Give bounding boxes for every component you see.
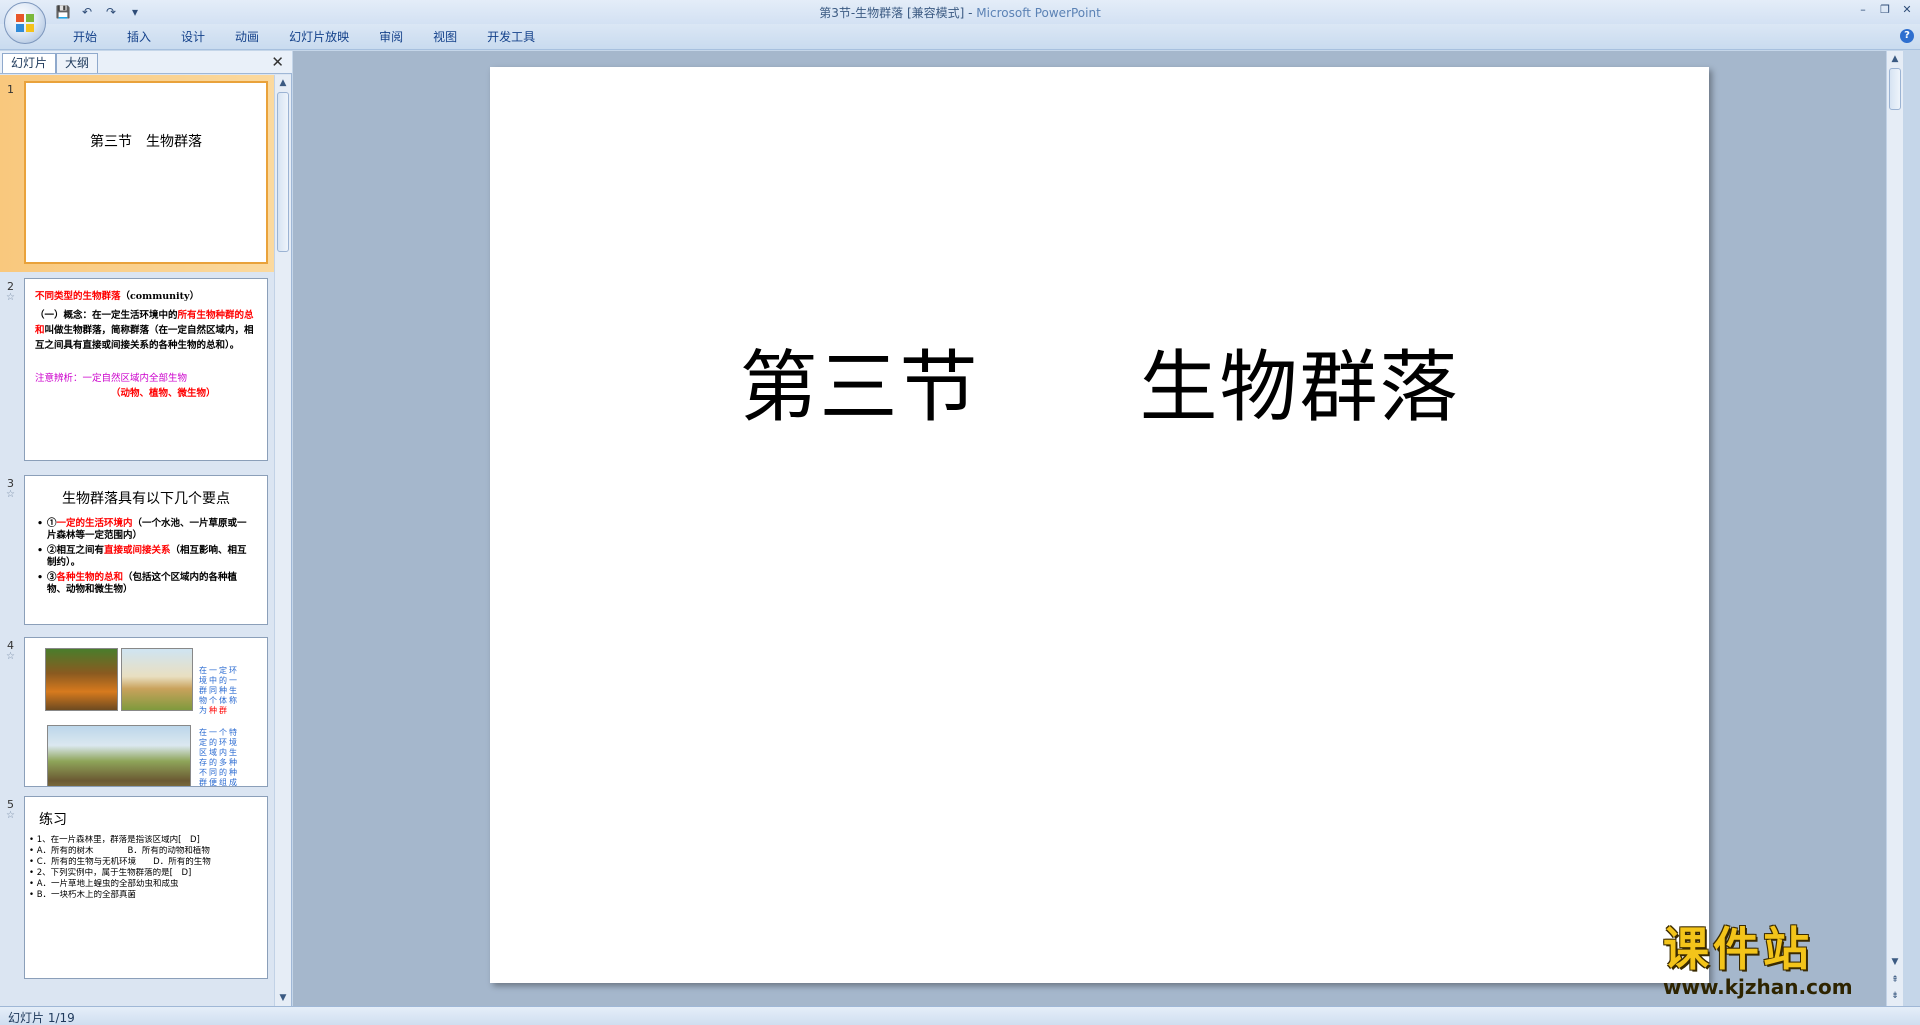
title-bar: 💾 ↶ ↷ ▾ 第3节-生物群落 [兼容模式] - Microsoft Powe… bbox=[0, 0, 1920, 24]
tab-design[interactable]: 设计 bbox=[166, 29, 220, 45]
help-icon[interactable]: ? bbox=[1900, 29, 1914, 43]
note-red-text: 种群 bbox=[209, 706, 229, 715]
tab-insert[interactable]: 插入 bbox=[112, 29, 166, 45]
thumbnail-canvas: 生物群落具有以下几个要点 ①一定的生活环境内（一个水池、一片草原或一片森林等一定… bbox=[24, 475, 268, 625]
animation-star-icon: ☆ bbox=[6, 810, 15, 821]
slide-thumbnail-2[interactable]: 2 ☆ 不同类型的生物群落（community） （一）概念：在一定生活环境中的… bbox=[0, 272, 275, 469]
tab-outline-pane[interactable]: 大纲 bbox=[56, 53, 99, 73]
close-button[interactable]: ✕ bbox=[1898, 2, 1916, 18]
watermark-url: www.kjzhan.com bbox=[1663, 975, 1853, 999]
population-note: 在一定环境中的一群同种生物个体称为种群 bbox=[199, 666, 247, 716]
tab-slides-pane[interactable]: 幻灯片 bbox=[2, 53, 57, 73]
thumbnail-canvas: 第三节 生物群落 bbox=[24, 81, 268, 264]
savanna-photo bbox=[47, 725, 191, 786]
heading-text: （community） bbox=[120, 291, 200, 302]
app-name: Microsoft PowerPoint bbox=[976, 6, 1101, 20]
bullet-text: ②相互之间有 bbox=[47, 545, 105, 556]
thumbnail-scrollbar[interactable]: ▲ ▼ bbox=[274, 75, 291, 1006]
thumbnail-canvas: 练习 • 1、在一片森林里，群落是指该区域内[ D] • A．所有的树木 B．所… bbox=[24, 796, 268, 979]
thumbnail-title: 生物群落具有以下几个要点 bbox=[62, 491, 230, 507]
slide-title[interactable]: 第三节 生物群落 bbox=[490, 325, 1709, 437]
tab-home[interactable]: 开始 bbox=[58, 29, 112, 45]
window-controls: – ❐ ✕ bbox=[1854, 2, 1916, 18]
bullet-red-text: 各种生物的总和 bbox=[56, 572, 124, 583]
scroll-thumb[interactable] bbox=[277, 92, 289, 252]
list-item: • 1、在一片森林里，群落是指该区域内[ D] bbox=[29, 835, 200, 845]
watermark-logo-text: 课件站 bbox=[1663, 922, 1813, 976]
thumbnail-canvas: 不同类型的生物群落（community） （一）概念：在一定生活环境中的所有生物… bbox=[24, 278, 268, 461]
thumbnail-canvas: 在一定环境中的一群同种生物个体称为种群 在一个特定的环境区域内生存的多种不同的种… bbox=[24, 637, 268, 787]
question-list: • 1、在一片森林里，群落是指该区域内[ D] • A．所有的树木 B．所有的动… bbox=[29, 835, 263, 901]
office-logo-icon bbox=[16, 14, 34, 32]
pane-tab-strip: 幻灯片 大纲 ✕ bbox=[0, 51, 292, 74]
site-watermark: 课件站 www.kjzhan.com bbox=[1663, 923, 1895, 1005]
scroll-thumb[interactable] bbox=[1889, 68, 1901, 110]
slide-thumbnail-list: 1 第三节 生物群落 2 ☆ 不同类型的生物群落（community） （一）概… bbox=[0, 75, 275, 1006]
bullet-red-text: 直接或间接关系 bbox=[104, 545, 171, 556]
scroll-up-icon[interactable]: ▲ bbox=[1887, 51, 1903, 67]
community-note: 在一个特定的环境区域内生存的多种不同的种群便组成为群落。 bbox=[199, 728, 239, 787]
paragraph-text-cont: 叫做生物群落，简称群落（在一定自然区域内，相互之间具有直接或间接关系的各种生物的… bbox=[35, 325, 254, 351]
list-item: • 2、下列实例中，属于生物群落的是[ D] bbox=[29, 868, 192, 878]
animation-star-icon: ☆ bbox=[6, 489, 15, 500]
office-button[interactable] bbox=[4, 2, 46, 44]
main-scrollbar[interactable]: ▲ ▼ ⇞ ⇟ bbox=[1886, 51, 1903, 1006]
thumbnail-heading: 不同类型的生物群落（community） bbox=[35, 289, 257, 304]
slide-editing-area: 第三节 生物群落 ▲ ▼ ⇞ ⇟ bbox=[293, 51, 1903, 1006]
giraffe-photo bbox=[121, 648, 193, 711]
animation-star-icon: ☆ bbox=[6, 292, 15, 303]
slide-thumbnail-1[interactable]: 1 第三节 生物群落 bbox=[0, 75, 275, 272]
monkey-photo bbox=[45, 648, 118, 711]
bullet-red-text: 一定的生活环境内 bbox=[56, 518, 133, 529]
document-title: 第3节-生物群落 [兼容模式] - bbox=[819, 6, 977, 20]
list-item: • A．一片草地上蝗虫的全部幼虫和成虫 bbox=[29, 879, 179, 889]
status-bar: 幻灯片 1/19 bbox=[0, 1006, 1920, 1025]
list-item: • B．一块朽木上的全部真菌 bbox=[29, 890, 137, 900]
restore-button[interactable]: ❐ bbox=[1876, 2, 1894, 18]
list-item: ③各种生物的总和（包括这个区域内的各种植物、动物和微生物） bbox=[37, 572, 255, 596]
bullet-list: ①一定的生活环境内（一个水池、一片草原或一片森林等一定范围内） ②相互之间有直接… bbox=[37, 518, 255, 596]
window-title: 第3节-生物群落 [兼容模式] - Microsoft PowerPoint bbox=[0, 4, 1920, 21]
note-text-2: （动物、植物、微生物） bbox=[111, 388, 216, 399]
note-text: 注意辨析：一定自然区域内全部生物 bbox=[35, 373, 188, 384]
ribbon-tab-bar: 开始 插入 设计 动画 幻灯片放映 审阅 视图 开发工具 ? bbox=[0, 24, 1920, 50]
list-item: ①一定的生活环境内（一个水池、一片草原或一片森林等一定范围内） bbox=[37, 518, 255, 542]
bullet-number: ③ bbox=[47, 572, 57, 583]
heading-red-text: 不同类型的生物群落 bbox=[35, 291, 121, 302]
slide-thumbnail-5[interactable]: 5 ☆ 练习 • 1、在一片森林里，群落是指该区域内[ D] • A．所有的树木… bbox=[0, 790, 275, 1006]
minimize-button[interactable]: – bbox=[1854, 2, 1872, 18]
current-slide[interactable]: 第三节 生物群落 bbox=[490, 67, 1709, 983]
list-item: ②相互之间有直接或间接关系（相互影响、相互制约）。 bbox=[37, 545, 255, 569]
tab-animations[interactable]: 动画 bbox=[220, 29, 274, 45]
thumbnail-paragraph: （一）概念：在一定生活环境中的所有生物种群的总和叫做生物群落，简称群落（在一定自… bbox=[35, 308, 257, 353]
tab-review[interactable]: 审阅 bbox=[364, 29, 418, 45]
thumbnail-title: 第三节 生物群落 bbox=[90, 134, 202, 150]
scroll-up-icon[interactable]: ▲ bbox=[275, 75, 291, 91]
thumbnail-title: 练习 bbox=[39, 812, 67, 828]
scroll-down-icon[interactable]: ▼ bbox=[275, 990, 291, 1006]
animation-star-icon: ☆ bbox=[6, 651, 15, 662]
slide-thumbnail-3[interactable]: 3 ☆ 生物群落具有以下几个要点 ①一定的生活环境内（一个水池、一片草原或一片森… bbox=[0, 469, 275, 631]
slide-thumbnail-4[interactable]: 4 ☆ 在一定环境中的一群同种生物个体称为种群 在一个特定的环境区域内生存的多种… bbox=[0, 631, 275, 790]
tab-slide-show[interactable]: 幻灯片放映 bbox=[274, 29, 364, 45]
slide-number: 1 bbox=[7, 83, 14, 96]
slides-pane: 幻灯片 大纲 ✕ 1 第三节 生物群落 2 ☆ 不同类型的生物群落（commun… bbox=[0, 51, 292, 1006]
list-item: • C．所有的生物与无机环境 D．所有的生物 bbox=[29, 857, 211, 867]
slide-position-indicator: 幻灯片 1/19 bbox=[8, 1011, 75, 1025]
paragraph-text: （一）概念：在一定生活环境中的 bbox=[35, 310, 178, 321]
tab-view[interactable]: 视图 bbox=[418, 29, 472, 45]
tab-developer[interactable]: 开发工具 bbox=[472, 29, 550, 45]
close-pane-icon[interactable]: ✕ bbox=[271, 54, 284, 70]
list-item: • A．所有的树木 B．所有的动物和植物 bbox=[29, 846, 210, 856]
bullet-number: ① bbox=[47, 518, 57, 529]
